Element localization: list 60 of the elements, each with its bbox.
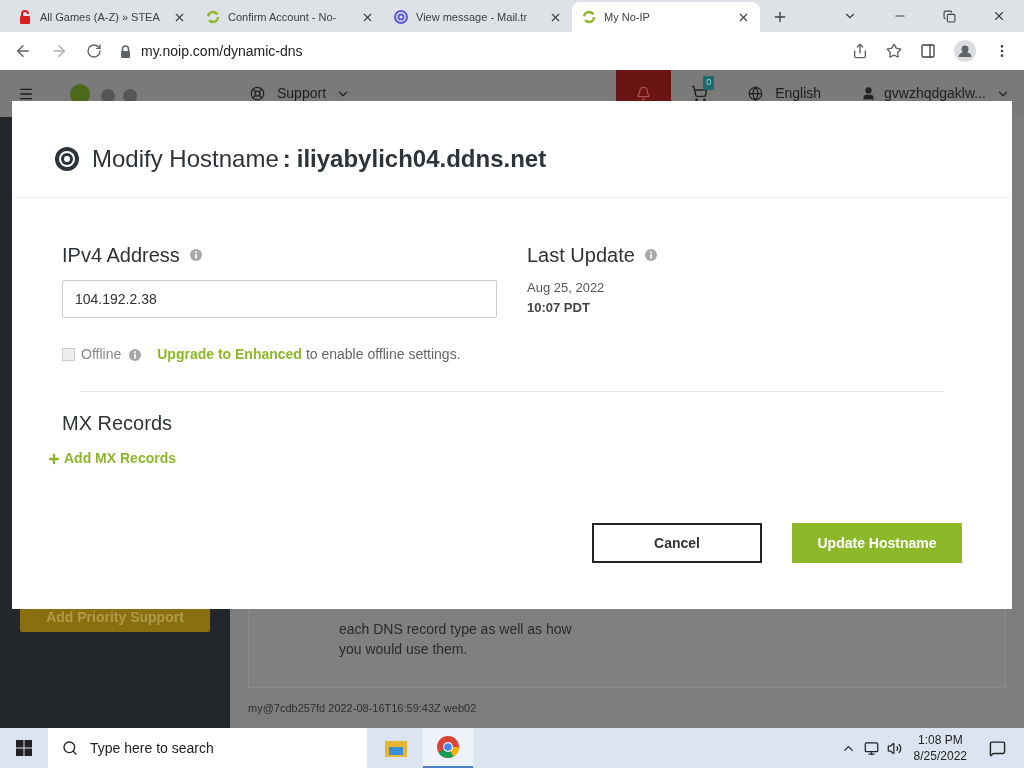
plus-icon	[47, 451, 61, 466]
tab-title: Confirm Account - No-	[228, 9, 338, 25]
star-icon[interactable]	[886, 43, 902, 59]
info-icon	[644, 249, 657, 261]
clock[interactable]: 1:08 PM 8/25/2022	[913, 732, 967, 764]
chrome-taskbar-button[interactable]	[423, 728, 473, 768]
cart-count: 0	[703, 76, 715, 90]
share-icon[interactable]	[852, 43, 868, 59]
browser-tab[interactable]: My No-IP	[572, 2, 760, 32]
info-icon	[189, 249, 202, 261]
section-title: MX Records	[62, 411, 174, 436]
tab-title: All Games (A-Z) » STEA	[40, 9, 161, 25]
card-text: each DNS record type as well as how	[339, 619, 573, 639]
field-label: Last Update	[527, 243, 635, 268]
update-time: 10:07 PDT	[527, 298, 591, 317]
field-label: IPv4 Address	[62, 243, 180, 268]
network-icon[interactable]	[863, 740, 879, 756]
user-menu[interactable]: gvwzhqdgaklw...	[884, 83, 986, 104]
info-icon	[129, 348, 142, 361]
dialog-button[interactable]: Cancel	[592, 523, 762, 563]
windows-icon[interactable]	[16, 740, 32, 756]
globe-icon	[748, 86, 764, 101]
search-icon	[62, 740, 78, 756]
folder-icon[interactable]	[385, 739, 407, 757]
new-tab-icon[interactable]	[772, 9, 788, 25]
lock-icon	[120, 44, 131, 58]
offline-label: Offline	[81, 345, 122, 364]
volume-icon[interactable]	[886, 740, 902, 756]
restore-icon[interactable]	[943, 9, 956, 23]
browser-tab[interactable]: Confirm Account - No-	[196, 2, 384, 32]
browser-tab[interactable]: View message - Mail.tr	[384, 2, 572, 32]
ipv4-input[interactable]: 104.192.2.38	[62, 280, 497, 318]
sidebar-icon[interactable]	[920, 43, 936, 59]
address-field[interactable]: my.noip.com/dynamic-dns	[120, 40, 834, 62]
language-menu[interactable]: English	[775, 83, 822, 104]
tab-title: View message - Mail.tr	[416, 9, 529, 25]
reload-icon[interactable]	[86, 43, 102, 59]
bell-icon	[636, 86, 652, 101]
card-text: you would use them.	[339, 639, 469, 659]
back-icon[interactable]	[14, 42, 32, 60]
upgrade-text: to enable offline settings.	[305, 345, 461, 364]
hostname: iliyabylich04.ddns.net	[296, 144, 547, 174]
tab-title: My No-IP	[604, 9, 651, 25]
lock-icon	[18, 10, 32, 24]
title-separator: :	[282, 144, 291, 174]
close-icon[interactable]	[992, 9, 1006, 23]
support-menu[interactable]: Support	[277, 83, 327, 104]
cart-icon[interactable]	[691, 85, 709, 102]
user-icon	[861, 86, 877, 101]
search-field[interactable]: Type here to search	[48, 728, 367, 768]
lifebuoy-icon	[250, 86, 265, 101]
notification-icon[interactable]	[989, 739, 1006, 757]
browser-tab[interactable]: All Games (A-Z) » STEA	[8, 2, 196, 32]
avatar-icon[interactable]	[954, 40, 976, 62]
update-date: Aug 25, 2022	[527, 279, 606, 297]
modal-title: Modify Hostname	[92, 144, 279, 174]
footer-text: my@7cdb257fd 2022-08-16T16:59:43Z web02	[248, 700, 478, 716]
chrome-icon	[437, 736, 459, 758]
refresh-icon	[206, 10, 220, 24]
refresh-icon	[582, 10, 596, 24]
